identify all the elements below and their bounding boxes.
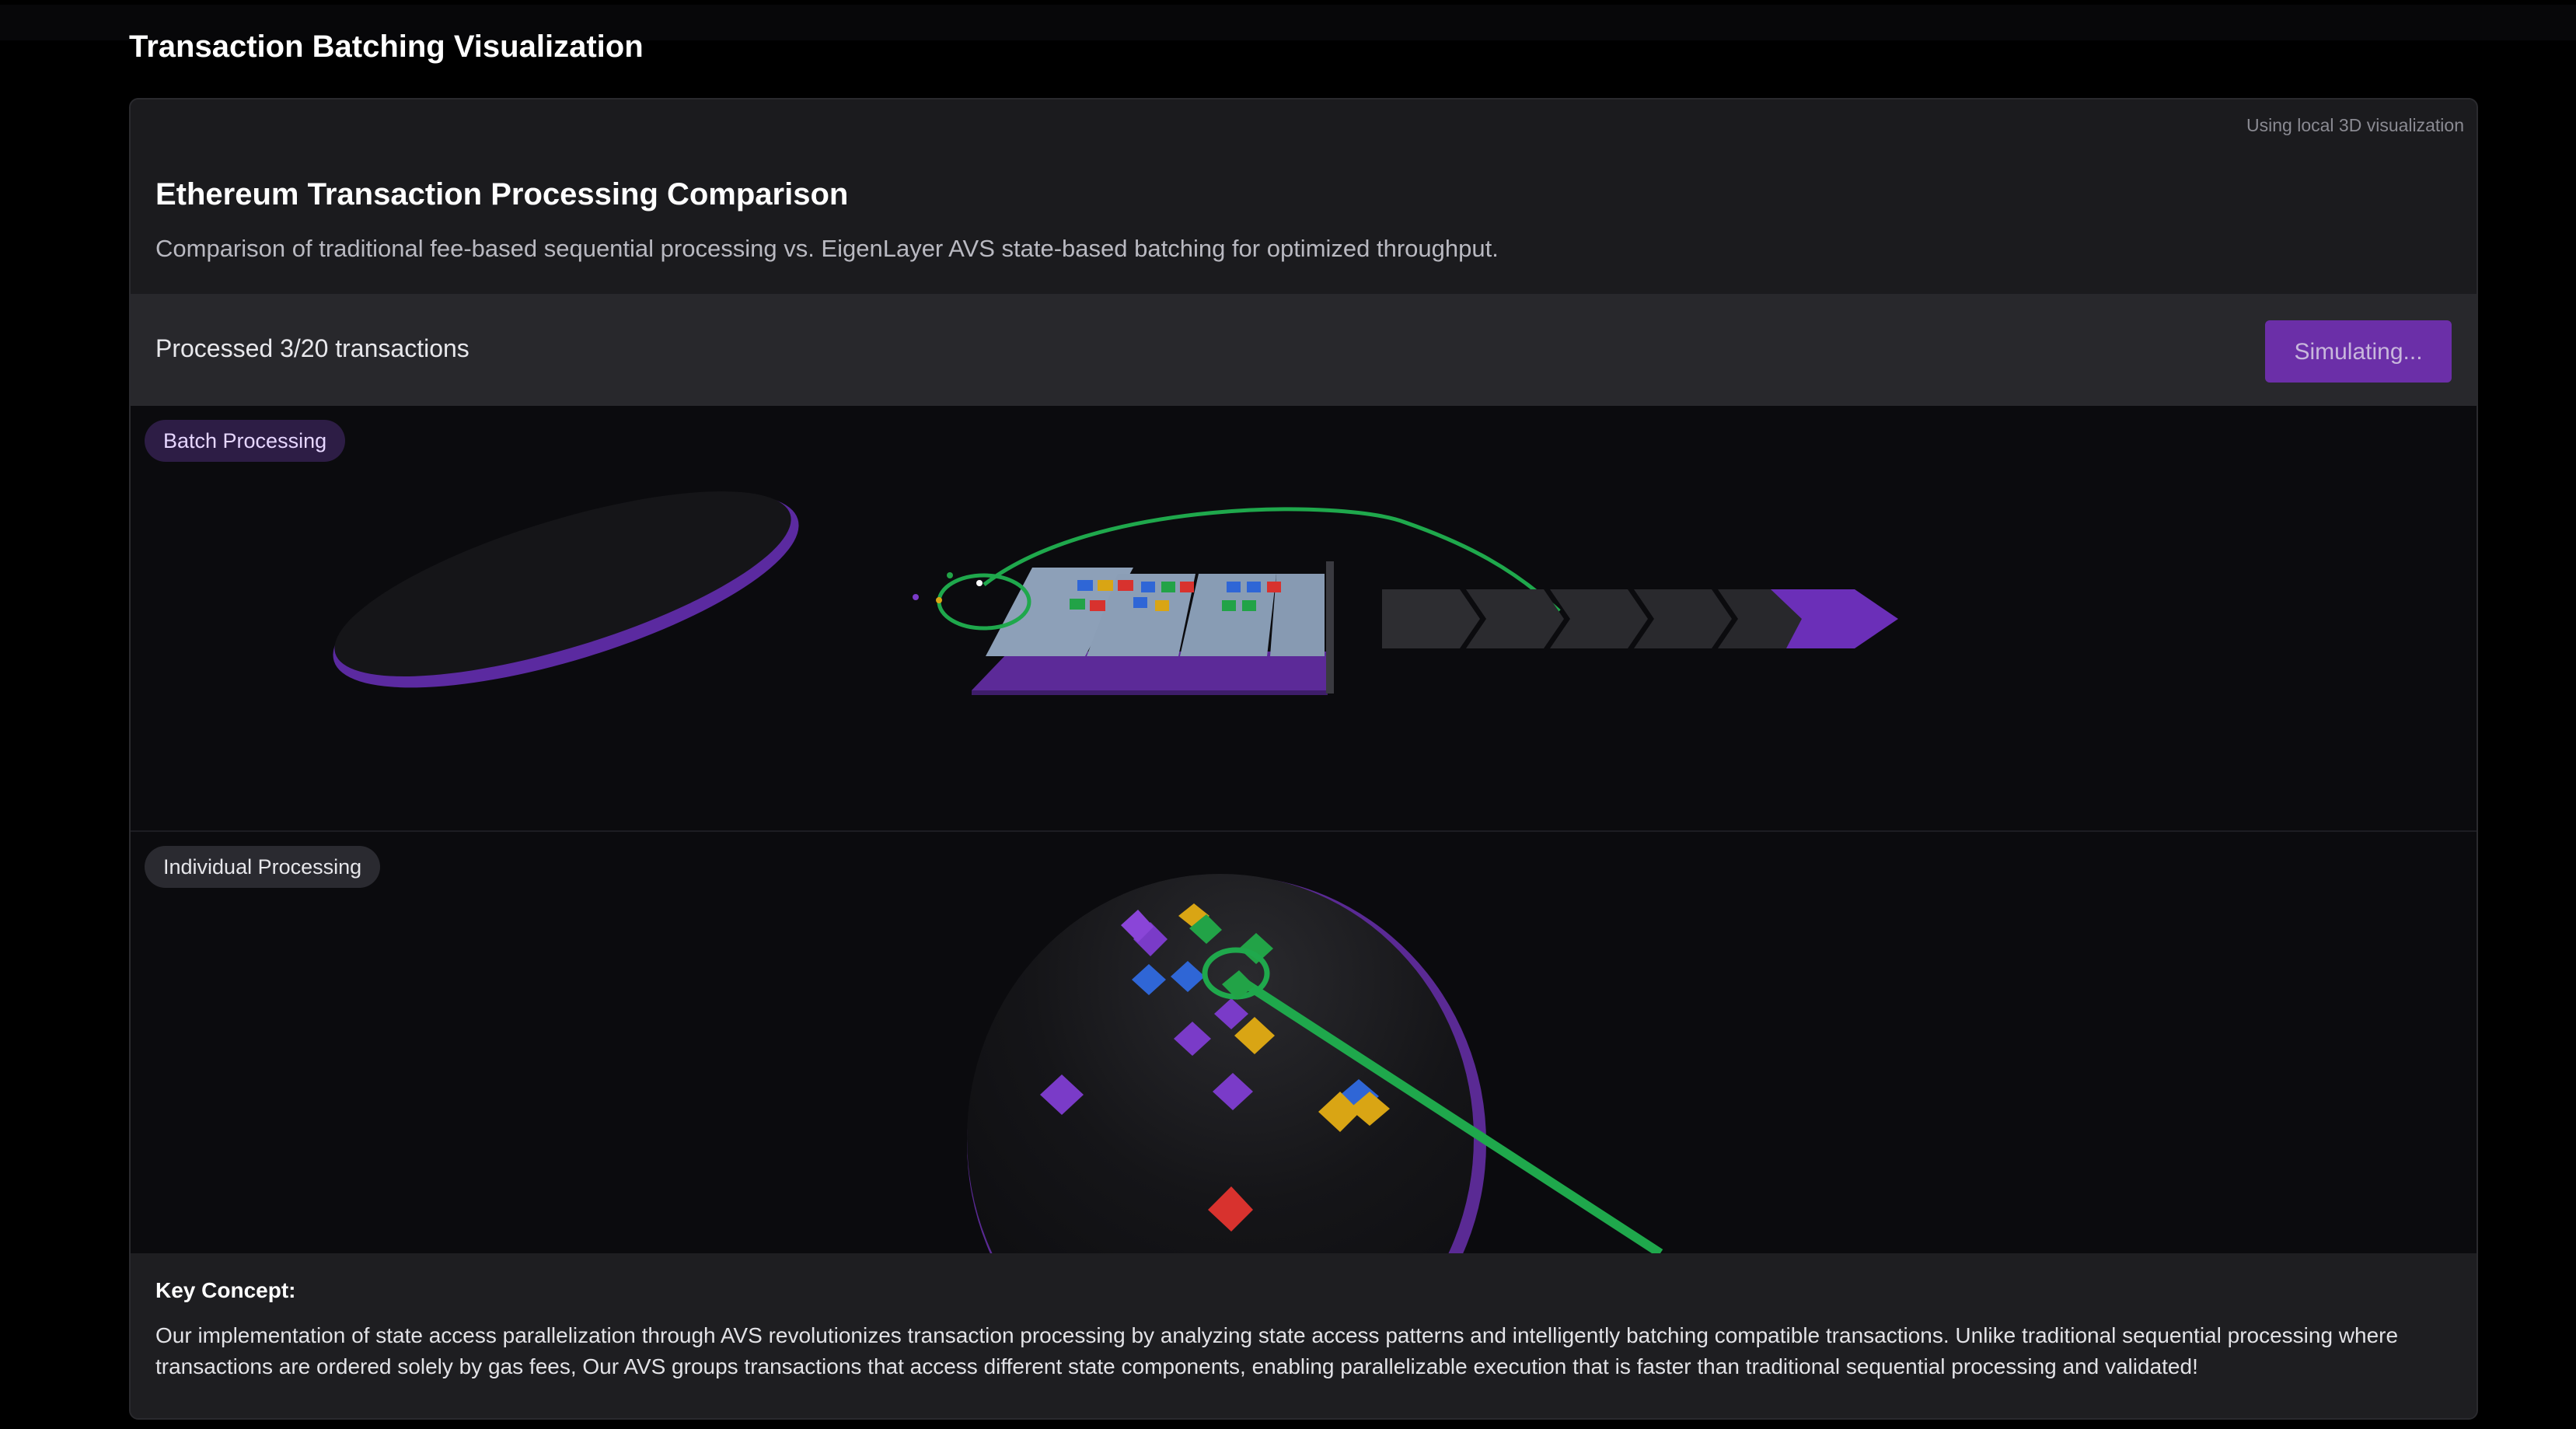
batch-block-platform	[972, 561, 1334, 695]
blockchain-arrow	[1382, 589, 1898, 648]
batch-scene-canvas	[333, 491, 1898, 695]
individual-scene-canvas	[967, 874, 1663, 1253]
simulate-button[interactable]: Simulating...	[2265, 320, 2452, 383]
key-concept-text: Our implementation of state access paral…	[155, 1323, 2399, 1378]
key-concept-box: Key Concept: Our implementation of state…	[131, 1253, 2477, 1418]
page-title: Transaction Batching Visualization	[129, 30, 644, 64]
card-description: Comparison of traditional fee-based sequ…	[155, 235, 1499, 262]
individual-processing-scene[interactable]: Individual Processing	[131, 832, 2477, 1253]
progress-status: Processed 3/20 transactions	[155, 334, 469, 362]
batch-processing-scene[interactable]: Batch Processing	[131, 406, 2477, 832]
key-concept-title: Key Concept:	[155, 1278, 296, 1302]
visualization-mode-note: Using local 3D visualization	[2246, 115, 2464, 135]
simulation-control-bar: Processed 3/20 transactions Simulating..…	[131, 294, 2477, 406]
card-title: Ethereum Transaction Processing Comparis…	[155, 177, 849, 211]
individual-processing-badge: Individual Processing	[145, 846, 381, 888]
batch-processing-badge: Batch Processing	[145, 420, 346, 462]
mempool-disc	[333, 491, 799, 688]
comparison-card: Using local 3D visualization Ethereum Tr…	[129, 98, 2478, 1420]
